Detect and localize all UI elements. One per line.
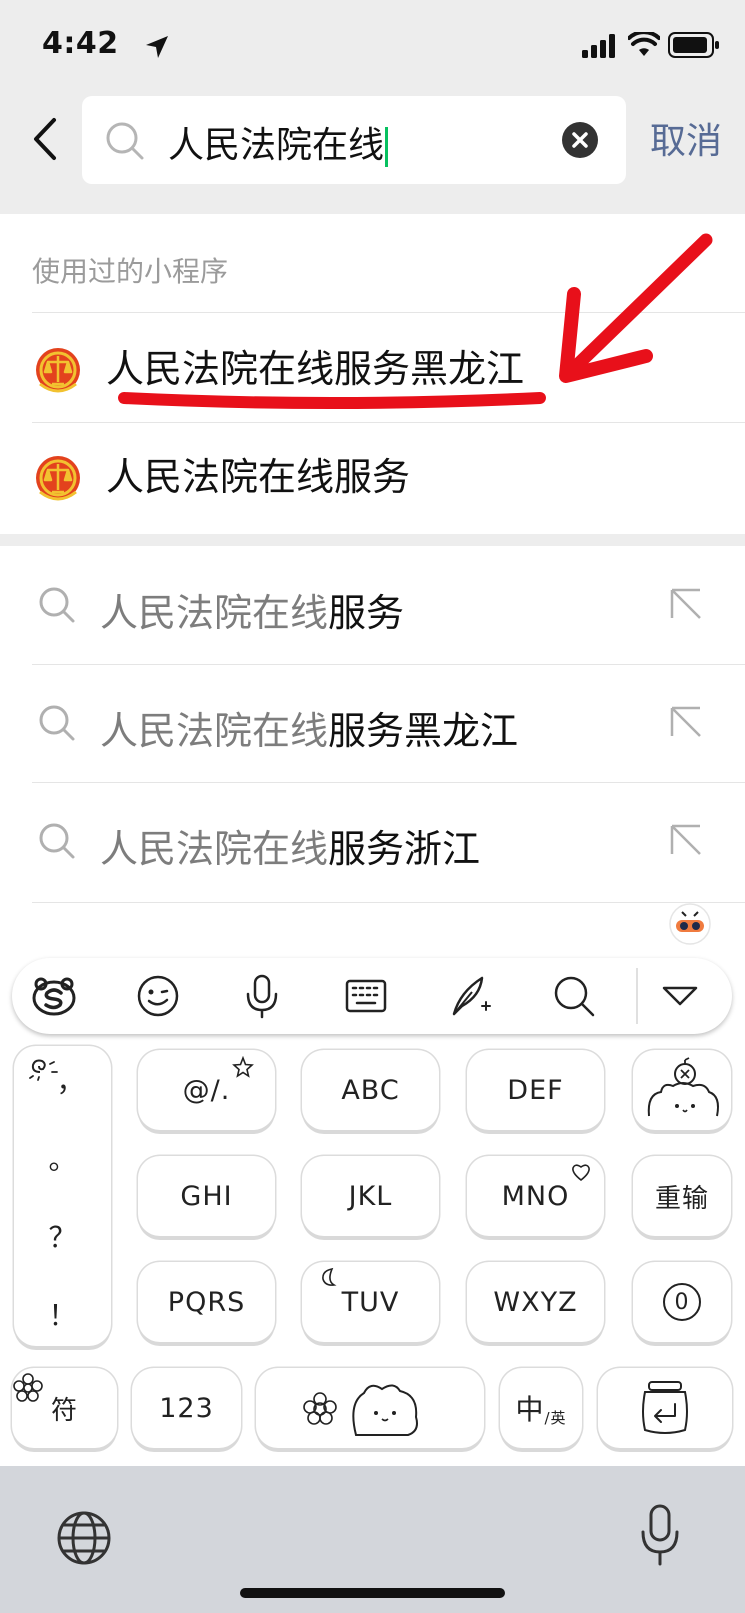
status-time: 4:42 [42, 26, 119, 61]
key-wxyz[interactable]: WXYZ [467, 1262, 604, 1342]
search-query-text: 人民法院在线 [168, 116, 389, 168]
text-caret [385, 127, 389, 167]
key-label: 中 [515, 1393, 545, 1426]
red-annotation-arrow [118, 233, 713, 409]
key-label: GHI [180, 1180, 233, 1212]
key-label: 符 [50, 1395, 78, 1426]
keyboard-layout-icon[interactable] [342, 972, 390, 1020]
moon-decoration-icon [322, 1267, 337, 1286]
punct-exclaim[interactable]: ！ [14, 1294, 111, 1334]
collapse-keyboard-icon[interactable] [656, 972, 704, 1020]
key-label: MNO [501, 1180, 570, 1212]
key-lang-switch[interactable]: 中/英 [500, 1368, 582, 1448]
key-abc[interactable]: ABC [302, 1050, 439, 1130]
flower-decoration-icon [13, 1373, 43, 1402]
suggestion-label: 人民法院在线服务黑龙江 [100, 709, 519, 753]
key-label: 重输 [654, 1183, 709, 1214]
key-label: WXYZ [493, 1286, 578, 1318]
location-arrow-icon [146, 36, 168, 58]
used-mini-programs-section: 使用过的小程序 人民法院在线服务黑龙江 人民法院在线服务 [0, 214, 745, 534]
back-chevron-icon[interactable] [30, 116, 60, 162]
fill-query-arrow-icon[interactable] [670, 588, 702, 620]
battery-icon [668, 32, 719, 58]
divider [32, 782, 745, 783]
suggestion-item[interactable]: 人民法院在线服务黑龙江 [0, 666, 745, 784]
ime-keyboard: ， 。 ？ ！ @/. ABC DEF GHI JKL MNO 重输 PQRS … [0, 946, 745, 1466]
key-jkl[interactable]: JKL [302, 1156, 439, 1236]
cancel-button[interactable]: 取消 [650, 112, 722, 164]
punct-question[interactable]: ？ [14, 1216, 111, 1256]
keyboard-toolbar [12, 958, 732, 1034]
key-label: JKL [348, 1180, 393, 1212]
key-sublabel: /英 [544, 1408, 567, 1427]
key-def[interactable]: DEF [467, 1050, 604, 1130]
bear-sticker-key[interactable] [633, 1050, 731, 1130]
search-icon [39, 823, 75, 859]
section-gap [0, 534, 745, 546]
search-icon[interactable] [550, 972, 598, 1020]
bear-space-icon [303, 1384, 418, 1436]
key-at[interactable]: @/. [138, 1050, 275, 1130]
key-label: 0 [663, 1283, 701, 1321]
search-icon [39, 587, 75, 623]
suggestion-item[interactable]: 人民法院在线服务浙江 [0, 784, 745, 902]
star-decoration-icon [232, 1056, 254, 1078]
key-zero[interactable]: 0 [633, 1262, 731, 1342]
key-pqrs[interactable]: PQRS [138, 1262, 275, 1342]
wifi-icon [628, 32, 660, 56]
divider [32, 664, 745, 665]
cellular-signal-icon [582, 34, 615, 58]
divider [32, 902, 745, 903]
jar-enter-icon [642, 1381, 688, 1434]
key-label: @/. [182, 1074, 231, 1106]
search-icon [106, 122, 144, 160]
search-header: 人民法院在线 取消 [0, 90, 745, 214]
key-label: TUV [341, 1286, 400, 1318]
dictation-mic-icon[interactable] [640, 1504, 680, 1566]
punct-period[interactable]: 。 [14, 1138, 111, 1178]
punct-comma[interactable]: ， [22, 1060, 119, 1100]
key-label: DEF [507, 1074, 564, 1106]
key-reinput[interactable]: 重输 [633, 1156, 731, 1236]
suggestion-label: 人民法院在线服务 [100, 591, 405, 635]
search-icon [39, 705, 75, 741]
key-label: 123 [159, 1392, 214, 1424]
clear-icon[interactable] [562, 122, 598, 158]
status-bar: 4:42 [0, 0, 745, 90]
search-input[interactable]: 人民法院在线 [82, 96, 626, 184]
punctuation-column[interactable]: ， 。 ？ ！ [14, 1046, 111, 1346]
suggestion-item[interactable]: 人民法院在线服务 [0, 546, 745, 664]
voice-mic-icon[interactable] [238, 972, 286, 1020]
search-suggestions: 人民法院在线服务 人民法院在线服务黑龙江 人民法院在线服务浙江 [0, 546, 745, 946]
space-key[interactable] [256, 1368, 484, 1448]
emoji-icon[interactable] [134, 972, 182, 1020]
bear-sticker-icon [647, 1057, 719, 1117]
enter-key[interactable] [598, 1368, 732, 1448]
home-indicator [240, 1588, 505, 1598]
key-label: PQRS [167, 1286, 246, 1318]
globe-icon[interactable] [56, 1510, 112, 1566]
key-numbers[interactable]: 123 [132, 1368, 241, 1448]
toolbar-divider [636, 968, 638, 1024]
heart-decoration-icon [572, 1164, 590, 1182]
suggestion-label: 人民法院在线服务浙江 [100, 827, 481, 871]
handwriting-quill-icon[interactable] [446, 972, 494, 1020]
key-ghi[interactable]: GHI [138, 1156, 275, 1236]
sogou-logo-icon[interactable] [30, 972, 78, 1020]
key-label: ABC [341, 1074, 400, 1106]
keyboard-mascot-icon[interactable] [668, 902, 712, 946]
fill-query-arrow-icon[interactable] [670, 706, 702, 738]
fill-query-arrow-icon[interactable] [670, 824, 702, 856]
